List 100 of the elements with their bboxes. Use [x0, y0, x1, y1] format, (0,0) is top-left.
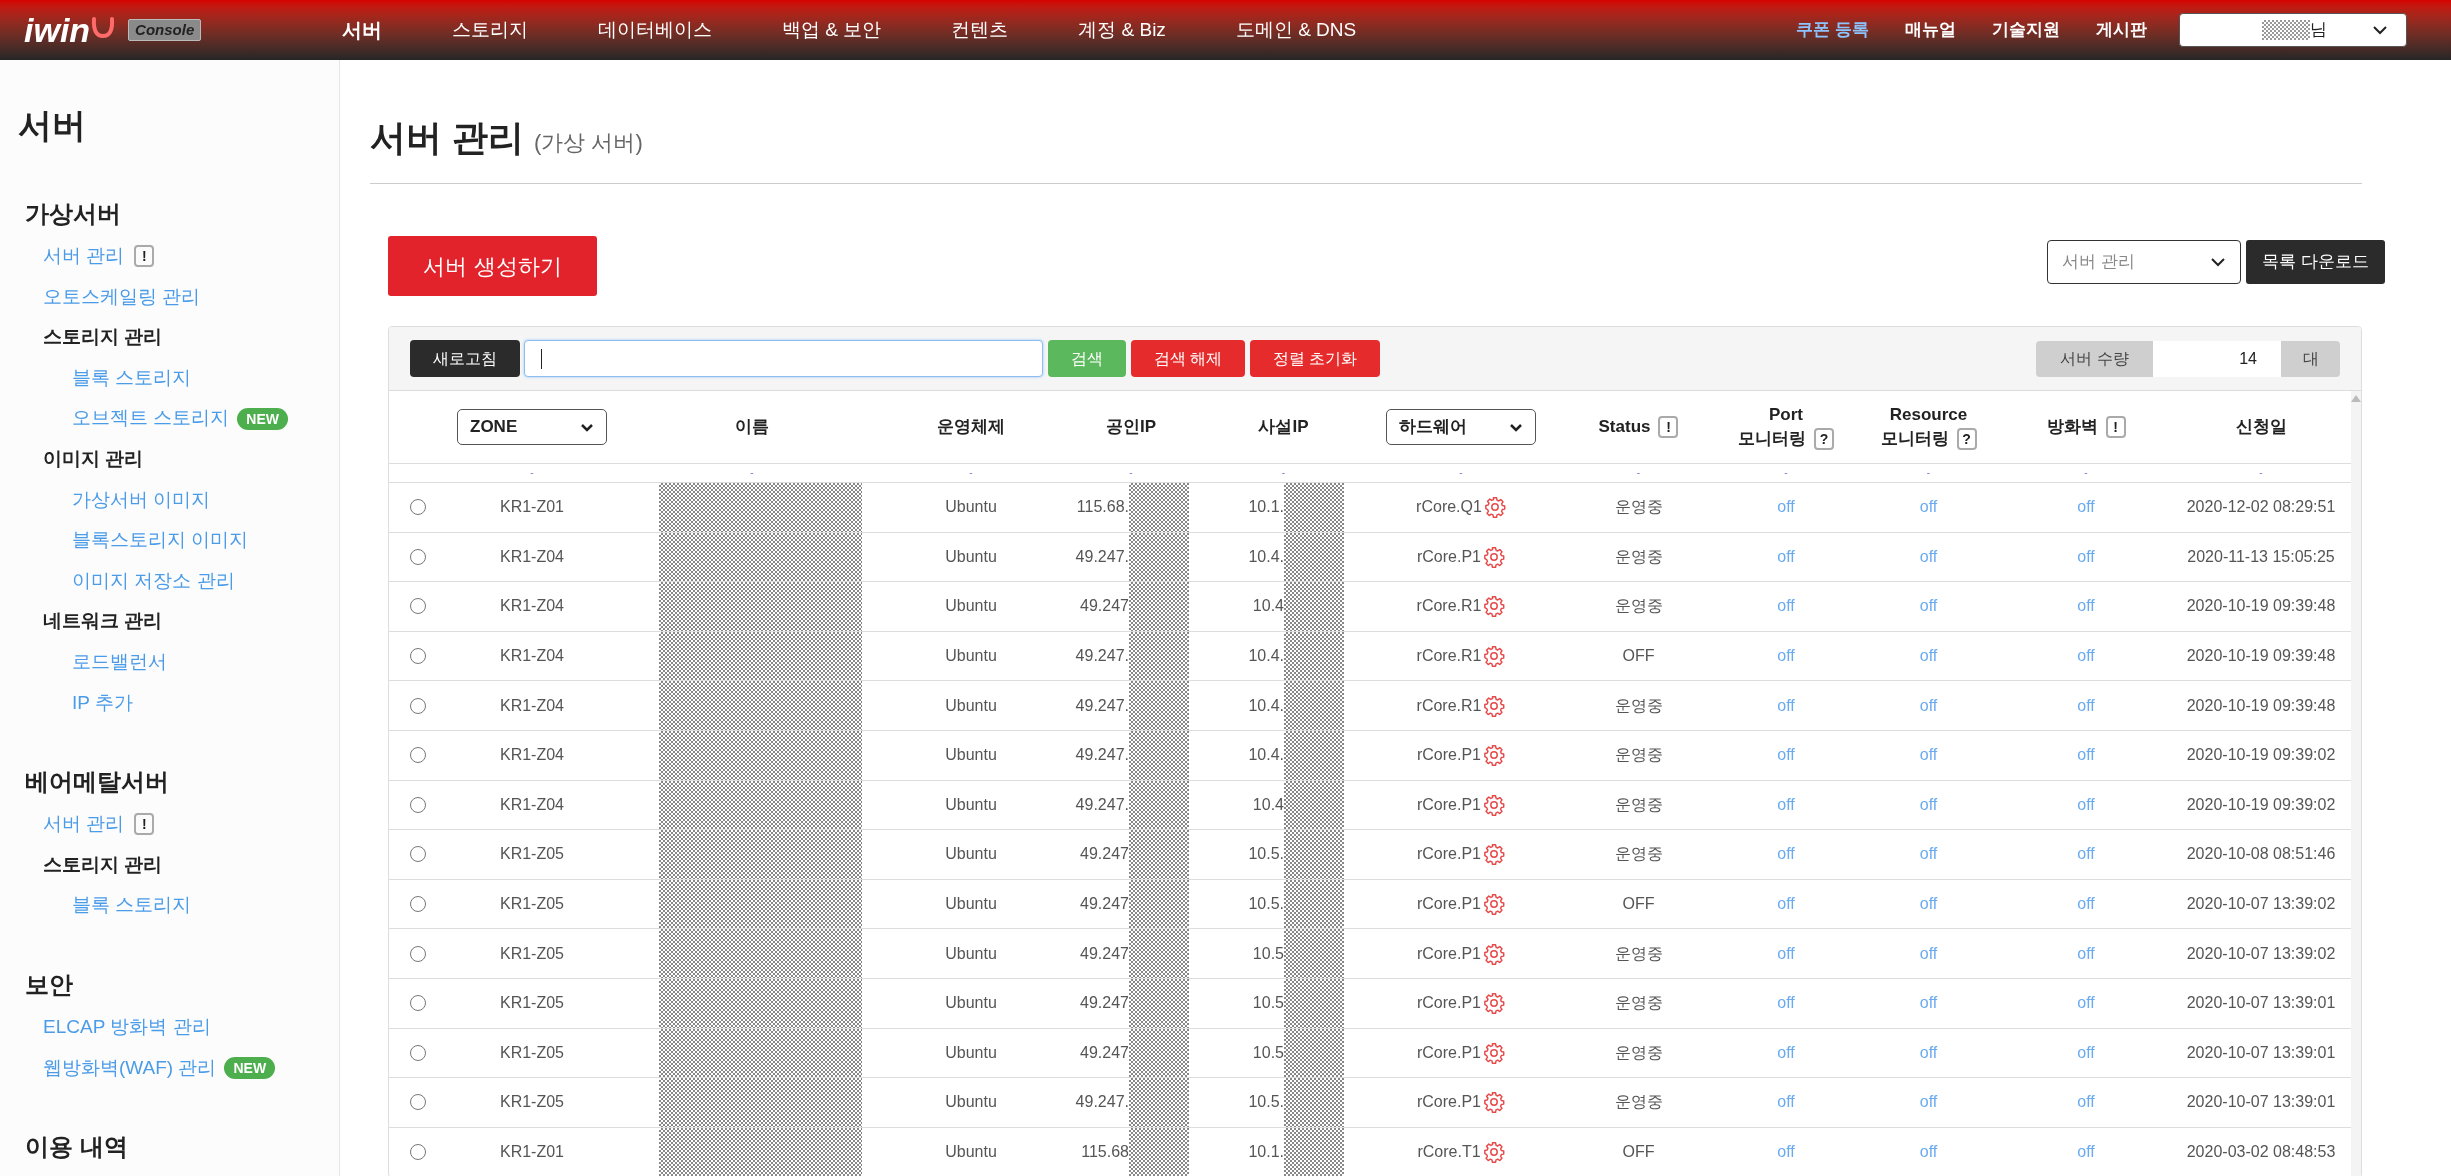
gear-icon[interactable]	[1483, 694, 1506, 717]
off-link[interactable]: off	[2077, 693, 2095, 718]
off-link[interactable]: off	[2077, 644, 2095, 669]
header-link[interactable]: 게시판	[2096, 17, 2147, 43]
radio-button[interactable]	[409, 697, 426, 714]
sidebar-item[interactable]: 서버 관리	[43, 242, 125, 271]
off-link[interactable]: off	[2077, 495, 2095, 520]
off-link[interactable]: off	[1919, 693, 1938, 718]
sidebar-item[interactable]: 오브젝트 스토리지	[72, 404, 230, 433]
off-link[interactable]: off	[1919, 743, 1938, 768]
gear-icon[interactable]	[1483, 545, 1505, 568]
clear-search-button[interactable]: 검색 해제	[1131, 340, 1245, 377]
off-link[interactable]: off	[1777, 495, 1795, 520]
filter-dash[interactable]: -	[1129, 468, 1133, 478]
off-link[interactable]: off	[1777, 693, 1795, 718]
radio-button[interactable]	[409, 995, 426, 1012]
header-link[interactable]: 쿠폰 등록	[1796, 17, 1869, 43]
filter-dash[interactable]: -	[750, 468, 754, 478]
scrollbar[interactable]	[2351, 391, 2361, 1176]
gear-icon[interactable]	[1483, 992, 1505, 1015]
off-link[interactable]: off	[2077, 1140, 2095, 1164]
off-link[interactable]: off	[2077, 892, 2095, 917]
off-link[interactable]: off	[1919, 1090, 1938, 1115]
filter-dash[interactable]: -	[2084, 468, 2088, 478]
info-tip[interactable]: !	[134, 245, 155, 268]
help-tip[interactable]: !	[1658, 416, 1679, 438]
off-link[interactable]: off	[2077, 594, 2095, 619]
sidebar-item[interactable]: 블록 스토리지	[72, 891, 192, 920]
off-link[interactable]: off	[1919, 941, 1938, 966]
nav-tab[interactable]: 서버	[342, 15, 382, 45]
gear-icon[interactable]	[1483, 893, 1505, 916]
gear-icon[interactable]	[1483, 1091, 1505, 1114]
off-link[interactable]: off	[2077, 1090, 2095, 1115]
radio-button[interactable]	[409, 548, 426, 565]
off-link[interactable]: off	[1777, 544, 1795, 569]
off-link[interactable]: off	[1777, 792, 1795, 817]
sidebar-item[interactable]: 웹방화벽(WAF) 관리	[43, 1053, 217, 1083]
off-link[interactable]: off	[1777, 1040, 1795, 1065]
view-select[interactable]: 서버 관리	[2047, 240, 2241, 284]
header-link[interactable]: 기술지원	[1992, 17, 2060, 43]
create-server-button[interactable]: 서버 생성하기	[388, 236, 597, 296]
filter-dash[interactable]: -	[1281, 468, 1286, 478]
off-link[interactable]: off	[2077, 1040, 2095, 1065]
radio-button[interactable]	[409, 896, 426, 913]
off-link[interactable]: off	[1919, 644, 1938, 669]
off-link[interactable]: off	[2077, 842, 2095, 867]
radio-button[interactable]	[409, 598, 426, 615]
sidebar-item[interactable]: 로드밸런서	[72, 648, 167, 677]
off-link[interactable]: off	[1919, 792, 1938, 817]
off-link[interactable]: off	[1777, 1140, 1795, 1164]
filter-dash[interactable]: -	[969, 468, 973, 478]
gear-icon[interactable]	[1483, 793, 1505, 816]
help-tip[interactable]: ?	[1814, 428, 1834, 450]
reset-sort-button[interactable]: 정렬 초기화	[1250, 340, 1380, 377]
user-menu[interactable]: 님	[2179, 13, 2407, 47]
off-link[interactable]: off	[2077, 792, 2095, 817]
radio-button[interactable]	[409, 1044, 426, 1061]
nav-tab[interactable]: 도메인 & DNS	[1235, 15, 1357, 45]
off-link[interactable]: off	[2077, 544, 2095, 569]
sidebar-item[interactable]: ELCAP 방화벽 관리	[43, 1012, 211, 1042]
gear-icon[interactable]	[1483, 1041, 1505, 1064]
radio-button[interactable]	[409, 846, 426, 863]
off-link[interactable]: off	[1777, 743, 1795, 768]
filter-dash[interactable]: -	[1784, 468, 1788, 478]
help-tip[interactable]: ?	[1956, 428, 1977, 450]
gear-icon[interactable]	[1483, 843, 1505, 866]
sidebar-item[interactable]: 블록스토리지 이미지	[72, 526, 249, 555]
radio-button[interactable]	[409, 648, 426, 665]
filter-dash[interactable]: -	[530, 468, 534, 478]
off-link[interactable]: off	[1777, 644, 1795, 669]
nav-tab[interactable]: 데이터베이스	[598, 15, 712, 45]
sidebar-item[interactable]: 오토스케일링 관리	[43, 282, 201, 312]
off-link[interactable]: off	[1919, 544, 1938, 569]
nav-tab[interactable]: 백업 & 보안	[782, 15, 882, 45]
radio-button[interactable]	[409, 796, 426, 813]
off-link[interactable]: off	[1919, 842, 1938, 867]
radio-button[interactable]	[409, 499, 426, 516]
header-link[interactable]: 매뉴얼	[1905, 17, 1956, 43]
nav-tab[interactable]: 컨텐츠	[951, 15, 1009, 45]
radio-button[interactable]	[409, 1094, 426, 1111]
filter-dash[interactable]: -	[1459, 468, 1463, 478]
sidebar-item[interactable]: 이미지 저장소 관리	[72, 566, 235, 596]
column-filter-select[interactable]: ZONE	[457, 409, 607, 445]
filter-dash[interactable]: -	[1636, 468, 1641, 478]
off-link[interactable]: off	[1777, 842, 1795, 867]
filter-dash[interactable]: -	[2259, 468, 2263, 478]
logo[interactable]: iwin	[24, 13, 91, 47]
help-tip[interactable]: !	[2105, 416, 2126, 438]
off-link[interactable]: off	[1919, 892, 1938, 917]
radio-button[interactable]	[409, 747, 426, 764]
off-link[interactable]: off	[1919, 495, 1938, 520]
nav-tab[interactable]: 계정 & Biz	[1078, 15, 1166, 45]
off-link[interactable]: off	[2077, 941, 2095, 966]
off-link[interactable]: off	[1919, 1140, 1938, 1164]
sidebar-item[interactable]: IP 추가	[72, 688, 133, 718]
refresh-button[interactable]: 새로고침	[410, 340, 520, 377]
gear-icon[interactable]	[1483, 496, 1506, 519]
off-link[interactable]: off	[1777, 892, 1795, 917]
info-tip[interactable]: !	[134, 813, 155, 836]
off-link[interactable]: off	[1777, 941, 1795, 966]
